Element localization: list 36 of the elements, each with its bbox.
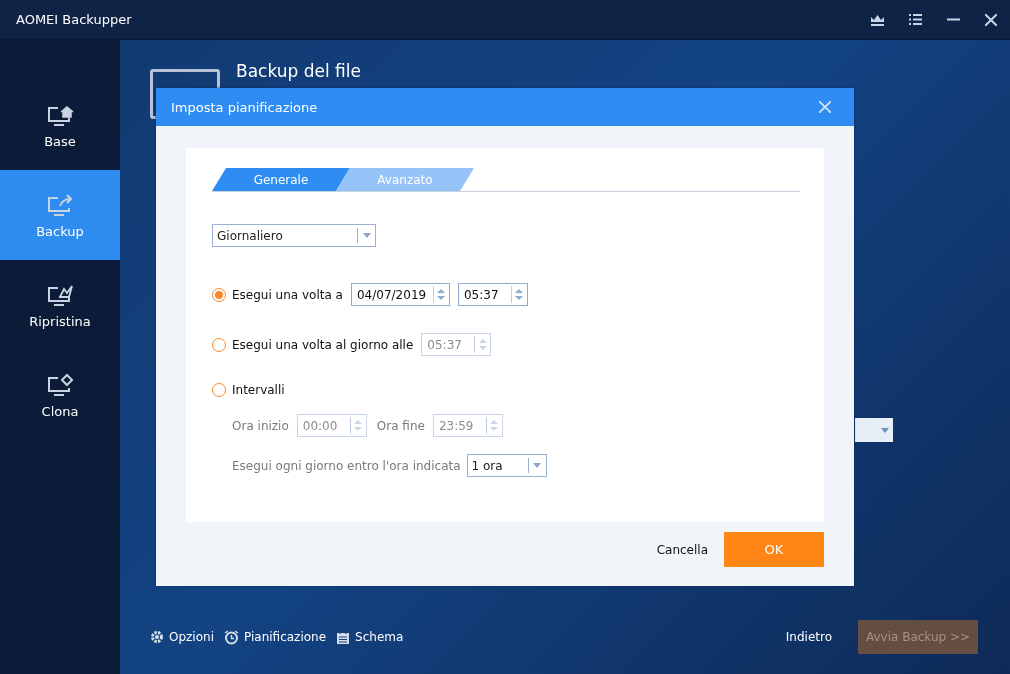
radio-button[interactable]	[212, 287, 226, 302]
sidebar-item[interactable]: Ripristina	[0, 260, 120, 350]
start-time-label: Ora inizio	[232, 418, 289, 433]
option-label: Intervalli	[232, 383, 285, 397]
share-monitor-icon	[46, 191, 74, 218]
sidebar-label: Backup	[36, 223, 84, 239]
sidebar-item[interactable]: Base	[0, 80, 120, 170]
footer-link[interactable]: Pianificazione	[224, 629, 327, 645]
caret-icon	[362, 233, 371, 238]
interval-label: Esegui ogni giorno entro l'ora indicata	[232, 458, 461, 473]
radio-button[interactable]	[212, 383, 226, 397]
back-link[interactable]: Indietro	[785, 630, 832, 644]
window-title: AOMEI Backupper	[16, 12, 133, 27]
time-field[interactable]: 05:37	[458, 283, 528, 306]
dialog-title: Imposta pianificazione	[171, 99, 319, 115]
footer-link[interactable]: Schema	[336, 629, 404, 645]
end-time-label: Ora fine	[376, 418, 425, 433]
cancel-button[interactable]: Cancella	[656, 542, 708, 557]
radio-button[interactable]	[212, 337, 226, 352]
frequency-dropdown[interactable]: Giornaliero	[212, 224, 376, 247]
option-label: Esegui una volta al giorno alle	[232, 337, 414, 352]
caret-icon	[881, 427, 889, 433]
sidebar-item[interactable]: Clona	[0, 350, 120, 440]
interval-dropdown[interactable]: 1 ora	[466, 454, 547, 477]
diamond-monitor-icon	[46, 371, 74, 398]
option-label: Esegui una volta a	[232, 287, 343, 302]
gear-icon	[150, 630, 164, 644]
alarm-clock-icon	[224, 629, 239, 645]
caret-icon	[533, 463, 542, 468]
sidebar-label: Ripristina	[29, 313, 91, 329]
page-title: Backup del file	[236, 61, 361, 81]
sidebar-label: Base	[44, 133, 76, 149]
footer-link[interactable]: Opzioni	[150, 630, 214, 644]
folder-dropdown[interactable]	[855, 418, 893, 442]
date-field[interactable]: 04/07/2019	[351, 283, 450, 306]
sidebar-label: Clona	[41, 403, 79, 419]
